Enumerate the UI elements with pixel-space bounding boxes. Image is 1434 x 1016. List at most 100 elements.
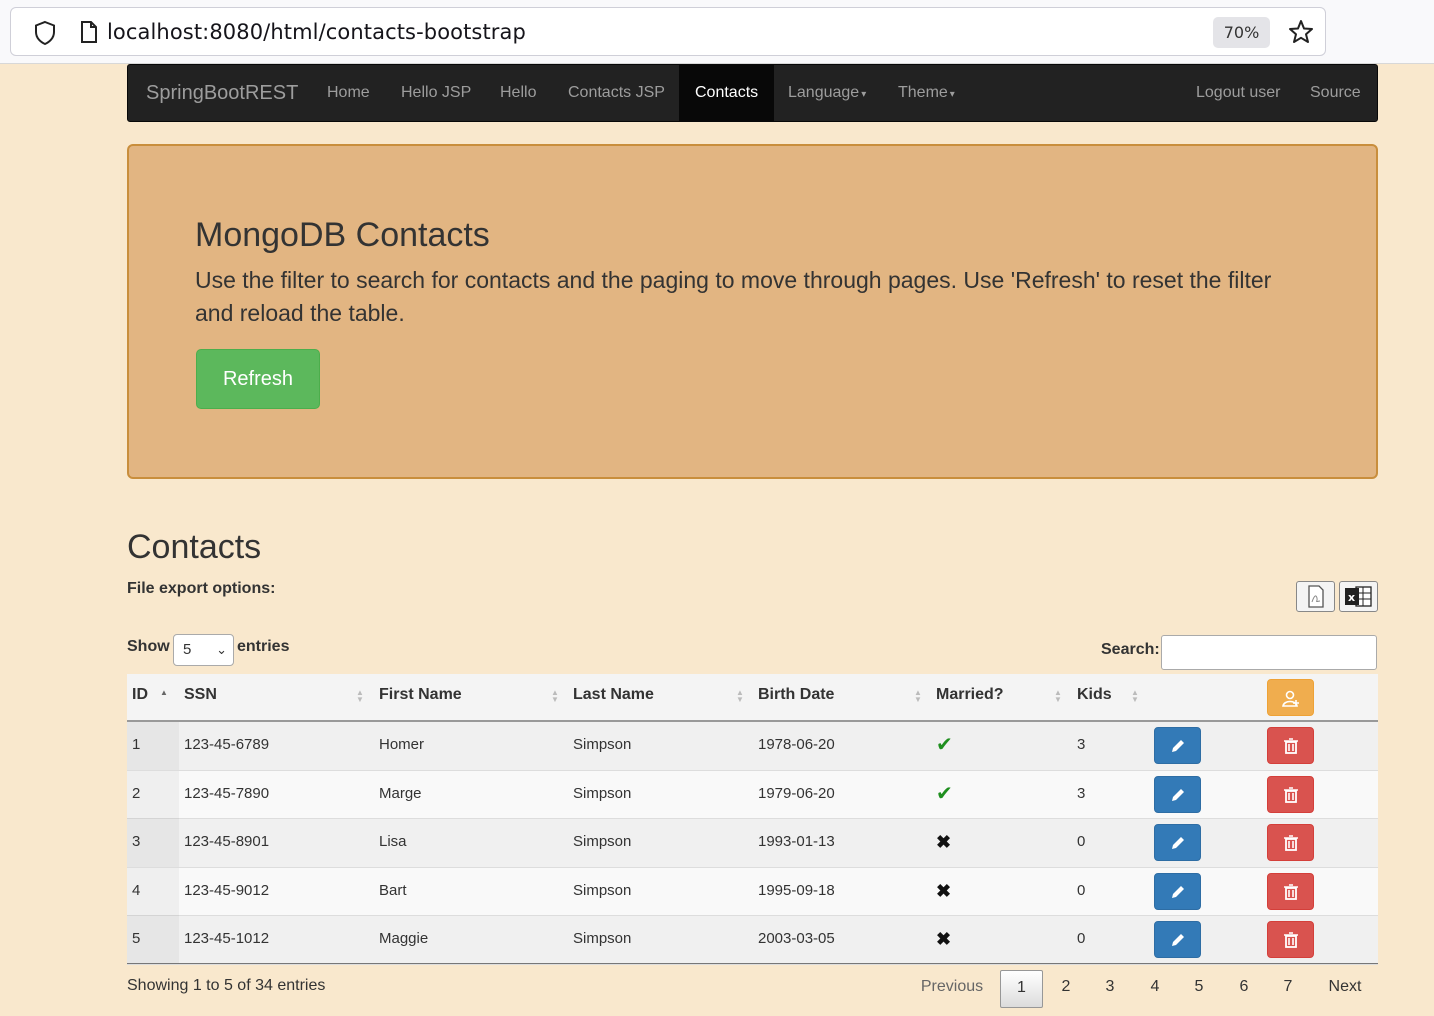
cell-first-name: Lisa bbox=[379, 833, 407, 851]
jumbotron: MongoDB Contacts Use the filter to searc… bbox=[127, 144, 1378, 479]
jumbotron-description: Use the filter to search for contacts an… bbox=[195, 267, 1272, 326]
cell-id: 1 bbox=[127, 722, 179, 770]
search-input[interactable] bbox=[1161, 635, 1377, 670]
table-header: ID ▲ SSN ▲ ▼ First Name ▲ ▼ Last Name ▲ ▼ B… bbox=[127, 674, 1378, 722]
delete-button[interactable] bbox=[1267, 872, 1314, 910]
cell-ssn: 123-45-1012 bbox=[184, 930, 270, 948]
export-options-label: File export options: bbox=[127, 580, 276, 597]
navbar-brand[interactable]: SpringBootREST bbox=[146, 65, 298, 121]
edit-button[interactable] bbox=[1154, 775, 1201, 813]
sort-icon[interactable]: ▲ ▼ bbox=[736, 689, 744, 704]
cell-last-name: Simpson bbox=[573, 784, 632, 802]
delete-button[interactable] bbox=[1267, 921, 1314, 959]
pagination-page-3[interactable]: 3 bbox=[1093, 970, 1127, 1008]
column-header-last-name[interactable]: Last Name bbox=[573, 674, 654, 720]
bookmark-star-icon[interactable] bbox=[1287, 18, 1315, 51]
sort-icon[interactable]: ▲ ▼ bbox=[1131, 689, 1139, 704]
cell-birth-date: 1993-01-13 bbox=[758, 833, 835, 851]
table-row: 5 123-45-1012 Maggie Simpson 2003-03-05 … bbox=[127, 916, 1378, 965]
nav-item-home[interactable]: Home bbox=[327, 65, 370, 121]
cell-birth-date: 2003-03-05 bbox=[758, 930, 835, 948]
nav-item-contacts-jsp[interactable]: Contacts JSP bbox=[568, 65, 665, 121]
cell-last-name: Simpson bbox=[573, 833, 632, 851]
pagination-page-1[interactable]: 1 bbox=[1000, 970, 1043, 1008]
trash-icon bbox=[1284, 883, 1298, 900]
sort-icon[interactable]: ▲ ▼ bbox=[914, 689, 922, 704]
pencil-icon bbox=[1172, 740, 1184, 752]
table-row: 4 123-45-9012 Bart Simpson 1995-09-18 ✖ … bbox=[127, 867, 1378, 917]
cell-id: 4 bbox=[127, 867, 179, 916]
shield-icon[interactable] bbox=[33, 20, 57, 51]
edit-button[interactable] bbox=[1154, 727, 1201, 764]
pagination-page-5[interactable]: 5 bbox=[1182, 970, 1216, 1008]
excel-icon: x bbox=[1345, 586, 1372, 607]
page-size-select[interactable]: 5 ⌄ bbox=[173, 634, 234, 666]
zoom-level-badge[interactable]: 70% bbox=[1213, 17, 1270, 48]
navbar: SpringBootREST Home Hello JSP Hello Cont… bbox=[127, 64, 1378, 122]
pencil-icon bbox=[1172, 837, 1184, 850]
nav-item-hello[interactable]: Hello bbox=[500, 65, 536, 121]
entries-label: entries bbox=[237, 638, 290, 655]
nav-item-contacts[interactable]: Contacts bbox=[679, 65, 775, 121]
cell-birth-date: 1995-09-18 bbox=[758, 881, 835, 899]
svg-text:x: x bbox=[1348, 591, 1355, 604]
page-icon bbox=[79, 20, 99, 49]
table-row: 3 123-45-8901 Lisa Simpson 1993-01-13 ✖ … bbox=[127, 819, 1378, 868]
show-label: Show bbox=[127, 638, 170, 655]
cell-last-name: Simpson bbox=[573, 881, 632, 899]
married-check-icon: ✔ bbox=[936, 782, 953, 805]
nav-language-label: Language bbox=[788, 84, 860, 101]
pagination-next[interactable]: Next bbox=[1318, 970, 1372, 1008]
delete-button[interactable] bbox=[1267, 727, 1314, 764]
pagination-page-2[interactable]: 2 bbox=[1049, 970, 1083, 1008]
add-user-icon bbox=[1282, 690, 1299, 707]
sort-icon[interactable]: ▲ ▼ bbox=[356, 689, 364, 704]
nav-item-source[interactable]: Source bbox=[1310, 65, 1361, 121]
edit-button[interactable] bbox=[1154, 824, 1201, 862]
pencil-icon bbox=[1172, 788, 1184, 801]
column-header-birth-date[interactable]: Birth Date bbox=[758, 674, 834, 720]
sort-icon[interactable]: ▲ ▼ bbox=[551, 689, 559, 704]
edit-button[interactable] bbox=[1154, 921, 1201, 959]
delete-button[interactable] bbox=[1267, 824, 1314, 862]
delete-button[interactable] bbox=[1267, 775, 1314, 813]
table-row: 2 123-45-7890 Marge Simpson 1979-06-20 ✔… bbox=[127, 770, 1378, 820]
not-married-cross-icon: ✖ bbox=[936, 880, 952, 901]
nav-item-theme[interactable]: Theme ▾ bbox=[898, 65, 955, 121]
column-header-kids[interactable]: Kids bbox=[1077, 674, 1112, 720]
export-excel-button[interactable]: x bbox=[1339, 581, 1378, 612]
sort-asc-icon[interactable]: ▲ bbox=[160, 689, 168, 697]
pencil-icon bbox=[1172, 885, 1184, 898]
search-label: Search: bbox=[1101, 641, 1160, 658]
url-text[interactable]: localhost:8080/html/contacts-bootstrap bbox=[107, 20, 526, 44]
table-row: 1 123-45-6789 Homer Simpson 1978-06-20 ✔… bbox=[127, 722, 1378, 771]
pagination-page-6[interactable]: 6 bbox=[1227, 970, 1261, 1008]
cell-ssn: 123-45-6789 bbox=[184, 736, 270, 753]
nav-item-logout[interactable]: Logout user bbox=[1196, 65, 1281, 121]
column-header-ssn[interactable]: SSN bbox=[184, 674, 217, 720]
sort-icon[interactable]: ▲ ▼ bbox=[1054, 689, 1062, 704]
cell-kids: 3 bbox=[1077, 784, 1086, 802]
column-header-married[interactable]: Married? bbox=[936, 674, 1004, 720]
add-contact-button[interactable] bbox=[1267, 679, 1314, 716]
address-bar[interactable]: localhost:8080/html/contacts-bootstrap 7… bbox=[10, 7, 1326, 56]
refresh-button[interactable]: Refresh bbox=[196, 349, 320, 409]
cell-id: 2 bbox=[127, 770, 179, 819]
column-header-id[interactable]: ID bbox=[132, 674, 148, 720]
nav-item-hello-jsp[interactable]: Hello JSP bbox=[401, 65, 471, 121]
nav-theme-label: Theme bbox=[898, 84, 948, 101]
cell-first-name: Homer bbox=[379, 736, 425, 753]
nav-item-language[interactable]: Language ▾ bbox=[788, 65, 866, 121]
column-header-first-name[interactable]: First Name bbox=[379, 674, 462, 720]
cell-ssn: 123-45-9012 bbox=[184, 881, 270, 899]
pagination-previous[interactable]: Previous bbox=[914, 970, 990, 1008]
edit-button[interactable] bbox=[1154, 872, 1201, 910]
cell-id: 3 bbox=[127, 819, 179, 868]
married-check-icon: ✔ bbox=[936, 734, 953, 756]
export-pdf-button[interactable] bbox=[1296, 581, 1335, 612]
pagination-page-7[interactable]: 7 bbox=[1271, 970, 1305, 1008]
not-married-cross-icon: ✖ bbox=[936, 832, 952, 853]
trash-icon bbox=[1284, 738, 1298, 754]
pagination-page-4[interactable]: 4 bbox=[1138, 970, 1172, 1008]
cell-ssn: 123-45-8901 bbox=[184, 833, 270, 851]
